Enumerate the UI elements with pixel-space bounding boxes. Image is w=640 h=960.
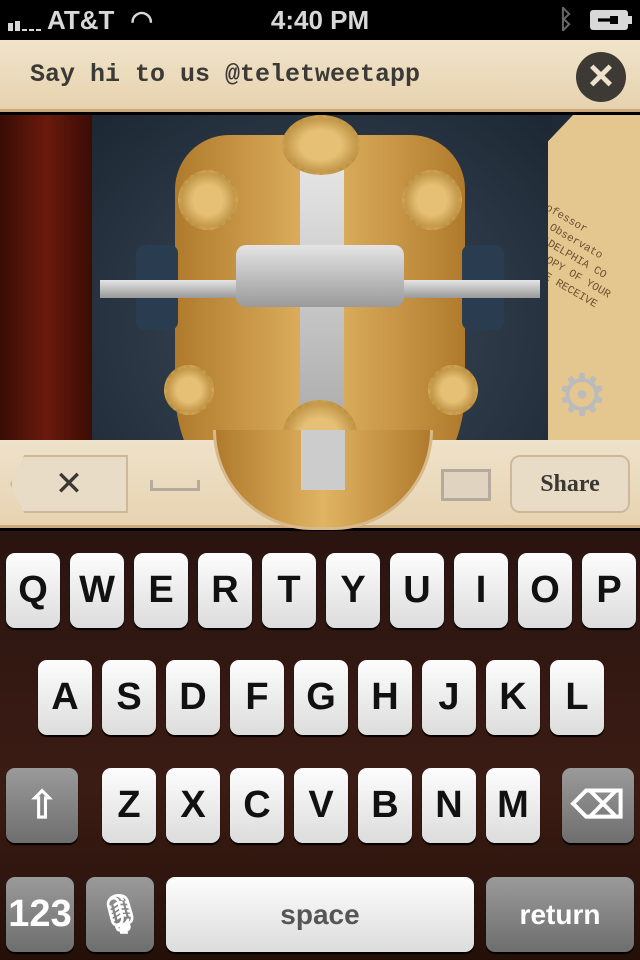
key-k[interactable]: K <box>486 660 540 735</box>
key-s[interactable]: S <box>102 660 156 735</box>
key-y[interactable]: Y <box>326 553 380 628</box>
key-p[interactable]: P <box>582 553 636 628</box>
key-r[interactable]: R <box>198 553 252 628</box>
battery-charging-icon <box>590 10 632 30</box>
key-b[interactable]: B <box>358 768 412 843</box>
key-a[interactable]: A <box>38 660 92 735</box>
share-button[interactable]: Share <box>510 455 630 513</box>
dictation-key[interactable]: 🎙 <box>86 877 154 952</box>
left-knob <box>178 170 238 230</box>
left-screw <box>164 365 214 415</box>
key-w[interactable]: W <box>70 553 124 628</box>
space-key[interactable]: space <box>166 877 474 952</box>
toolbar: ✕ Share <box>0 430 640 530</box>
key-u[interactable]: U <box>390 553 444 628</box>
clear-button[interactable]: ✕ <box>10 455 128 513</box>
settings-gear-icon[interactable]: ⚙ <box>556 367 608 425</box>
key-v[interactable]: V <box>294 768 348 843</box>
wood-panel <box>0 115 92 440</box>
return-key[interactable]: return <box>486 877 634 952</box>
key-g[interactable]: G <box>294 660 348 735</box>
key-l[interactable]: L <box>550 660 604 735</box>
keyboard: Q W E R T Y U I O P A S D F G H J K L Z X C V B N M ⇧ ⌫ 123 🎙 space ret… <box>0 531 640 960</box>
microphone-icon: 🎙 <box>95 893 145 936</box>
space-icon[interactable] <box>150 480 200 491</box>
right-knob <box>402 170 462 230</box>
key-e[interactable]: E <box>134 553 188 628</box>
shift-icon: ⇧ <box>26 785 58 827</box>
numbers-key[interactable]: 123 <box>6 877 74 952</box>
bluetooth-icon: ᛒ <box>558 4 574 34</box>
lever-crossbar <box>236 245 404 307</box>
key-m[interactable]: M <box>486 768 540 843</box>
lever-arc <box>213 430 433 530</box>
status-bar: AT&T ◠ 4:40 PM ᛒ <box>0 0 640 40</box>
key-j[interactable]: J <box>422 660 476 735</box>
key-o[interactable]: O <box>518 553 572 628</box>
share-label: Share <box>540 470 600 497</box>
banner-message: Say hi to us @teletweetapp <box>30 60 421 89</box>
shift-key[interactable]: ⇧ <box>6 768 78 843</box>
key-f[interactable]: F <box>230 660 284 735</box>
key-i[interactable]: I <box>454 553 508 628</box>
backspace-icon: ⌫ <box>571 785 625 827</box>
key-q[interactable]: Q <box>6 553 60 628</box>
telegraph-key-artwork[interactable]: Professor The Observato PHILADELPHIA CO … <box>0 115 640 440</box>
key-t[interactable]: T <box>262 553 316 628</box>
key-h[interactable]: H <box>358 660 412 735</box>
right-screw <box>428 365 478 415</box>
promo-banner: Say hi to us @teletweetapp × <box>0 40 640 112</box>
key-c[interactable]: C <box>230 768 284 843</box>
clock: 4:40 PM <box>270 5 370 35</box>
top-knob <box>282 115 360 175</box>
close-icon: ✕ <box>54 465 84 503</box>
key-x[interactable]: X <box>166 768 220 843</box>
delete-key[interactable]: ⌫ <box>562 768 634 843</box>
key-z[interactable]: Z <box>102 768 156 843</box>
close-banner-button[interactable]: × <box>576 52 626 102</box>
key-n[interactable]: N <box>422 768 476 843</box>
key-d[interactable]: D <box>166 660 220 735</box>
keyboard-icon[interactable] <box>441 469 491 501</box>
